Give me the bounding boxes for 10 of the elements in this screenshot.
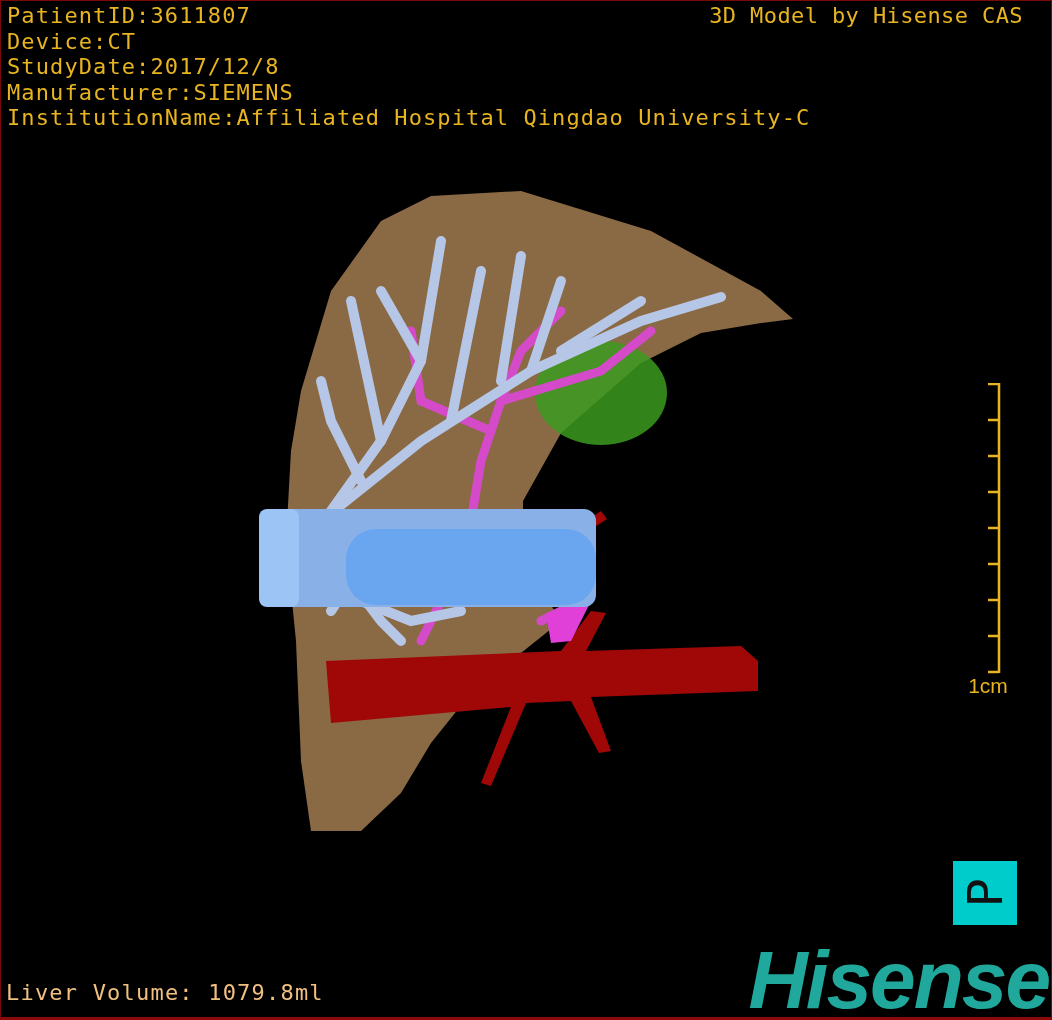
patient-info-line: Device:CT xyxy=(7,28,137,54)
patient-info-line: PatientID:3611807 xyxy=(7,3,251,29)
model-credit: 3D Model by Hisense CAS xyxy=(709,3,1023,29)
orientation-marker: P xyxy=(953,861,1017,925)
scale-label: 1cm xyxy=(968,673,1008,698)
patient-info-line: StudyDate:2017/12/8 xyxy=(7,54,280,80)
liver-volume: Liver Volume: 1079.8ml xyxy=(6,980,324,1005)
patient-info-line: Manufacturer:SIEMENS xyxy=(7,79,294,105)
hisense-logo: Hisense xyxy=(748,947,1049,1017)
patient-info-line: InstitutionName:Affiliated Hospital Qingdao University-C xyxy=(7,105,811,131)
